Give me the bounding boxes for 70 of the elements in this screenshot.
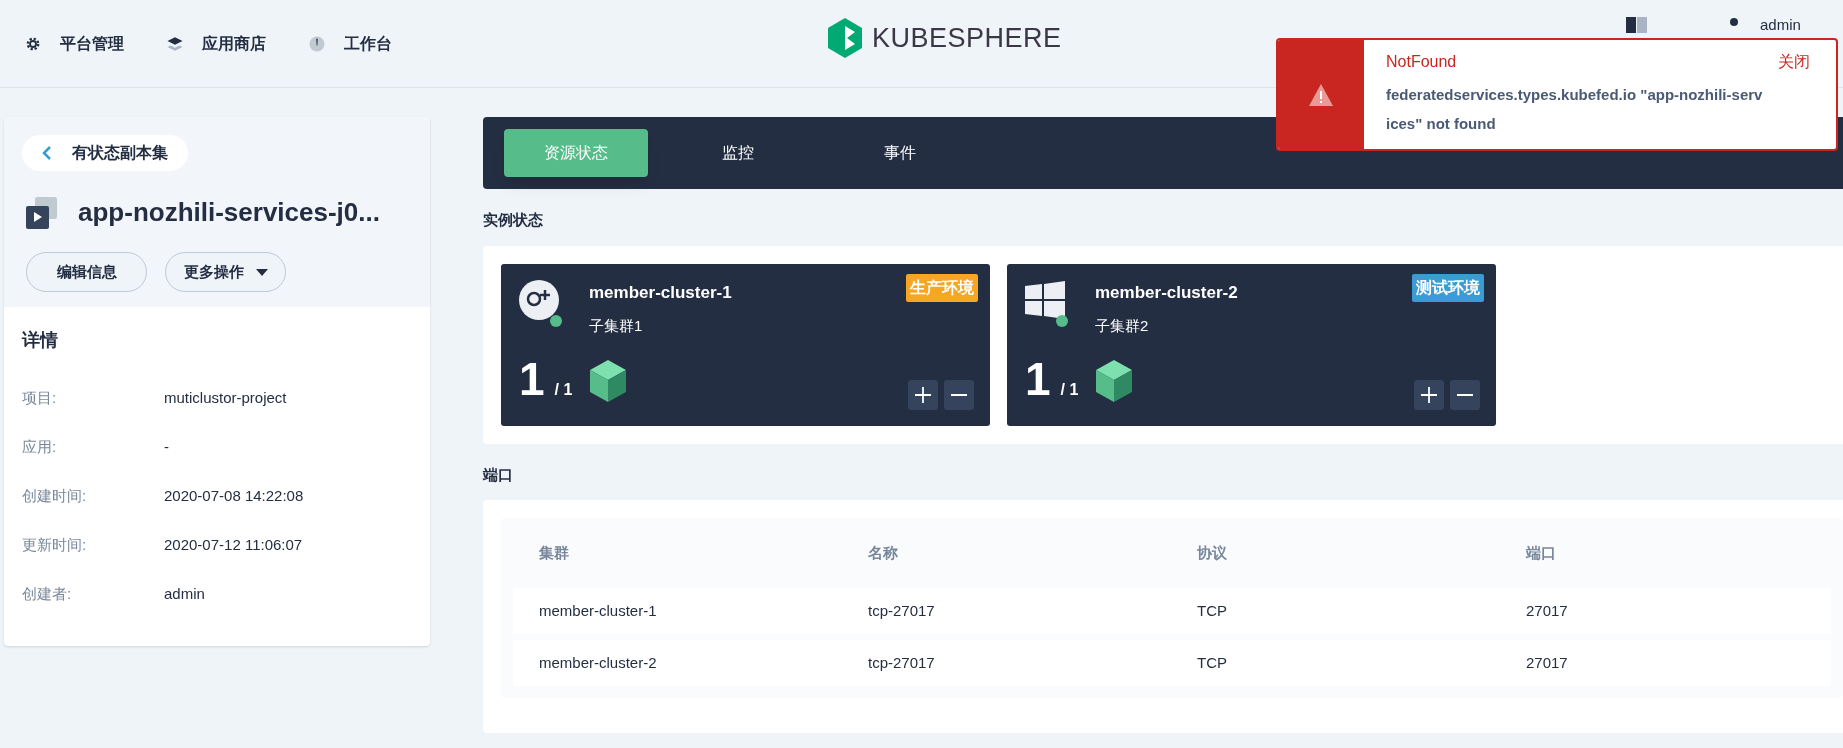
chevron-left-icon [42, 145, 52, 161]
table-cell: tcp-27017 [868, 602, 935, 619]
plus-icon [1421, 386, 1437, 403]
detail-value: 2020-07-12 11:06:07 [164, 535, 303, 556]
minus-button[interactable] [944, 379, 974, 410]
logo[interactable]: KUBESPHERE [828, 18, 1062, 59]
environment-tag: 测试环境 [1412, 273, 1484, 302]
user-name[interactable]: admin [1760, 14, 1801, 37]
column-header: 名称 [868, 544, 898, 561]
plus-icon [915, 386, 931, 403]
cube-icon [1096, 359, 1133, 402]
table-cell: TCP [1197, 654, 1227, 671]
detail-value: muticlustor-project [164, 388, 287, 409]
nav-link[interactable]: 平台管理 [24, 31, 124, 56]
nav-link[interactable]: 应用商店 [166, 31, 266, 56]
detail-label: 应用: [22, 437, 58, 458]
nav-link[interactable]: 工作台 [308, 31, 392, 56]
plus-button[interactable] [908, 379, 938, 410]
detail-label: 创建者: [22, 584, 73, 605]
table-cell: 27017 [1526, 602, 1568, 619]
replica-total: / 1 [554, 379, 573, 400]
environment-tag: 生产环境 [906, 273, 978, 302]
notification-message: federatedservices.types.kubefed.io "app-nozhili-serv ices" not found [1386, 85, 1764, 134]
workload-title: app-nozhili-services-j0... [78, 196, 380, 229]
replica-count: 1 [519, 355, 545, 402]
logo-icon [828, 18, 862, 59]
table-cell: tcp-27017 [868, 654, 935, 671]
cluster-name: member-cluster-1 [589, 281, 732, 304]
table-cell: member-cluster-2 [539, 654, 657, 671]
detail-value: admin [164, 584, 205, 605]
tab[interactable]: 监控 [666, 129, 810, 177]
detail-label: 项目: [22, 388, 58, 409]
replica-count: 1 [1025, 355, 1051, 402]
section-title: 实例状态 [483, 210, 544, 230]
minus-icon [951, 393, 967, 396]
caret-down-icon [255, 268, 268, 276]
table-cell: member-cluster-1 [539, 602, 657, 619]
statefulset-icon [26, 196, 58, 229]
edit-button[interactable]: 编辑信息 [26, 252, 147, 292]
details-heading: 详情 [22, 329, 59, 352]
cluster-alias: 子集群1 [589, 316, 644, 336]
detail-value: - [164, 437, 169, 458]
close-button[interactable]: 关闭 [1778, 50, 1810, 74]
detail-label: 更新时间: [22, 535, 88, 556]
minus-button[interactable] [1450, 379, 1480, 410]
table-cell: TCP [1197, 602, 1227, 619]
plus-button[interactable] [1414, 379, 1444, 410]
minus-icon [1457, 393, 1473, 396]
windows-icon [1025, 279, 1065, 320]
column-header: 集群 [539, 544, 569, 561]
cluster-icon[interactable] [1626, 17, 1648, 34]
more-actions-dropdown[interactable]: 更多操作 [165, 252, 286, 292]
detail-value: 2020-07-08 14:22:08 [164, 486, 304, 507]
cube-icon [590, 359, 627, 402]
g-plus-icon [519, 279, 559, 320]
section-title: 端口 [483, 464, 514, 485]
gauge-icon [308, 34, 326, 53]
logo-text: KUBESPHERE [872, 22, 1062, 55]
table-cell: 27017 [1526, 654, 1568, 671]
notification-title: NotFound [1386, 52, 1457, 72]
column-header: 协议 [1197, 544, 1227, 561]
replica-total: / 1 [1060, 379, 1079, 400]
layers-icon [166, 34, 184, 53]
column-header: 端口 [1526, 544, 1556, 561]
cluster-name: member-cluster-2 [1095, 281, 1238, 304]
tab[interactable]: 事件 [828, 129, 972, 177]
back-button[interactable]: 有状态副本集 [22, 135, 188, 171]
detail-label: 创建时间: [22, 486, 88, 507]
cluster-alias: 子集群2 [1095, 316, 1150, 336]
warning-icon [1309, 83, 1333, 106]
